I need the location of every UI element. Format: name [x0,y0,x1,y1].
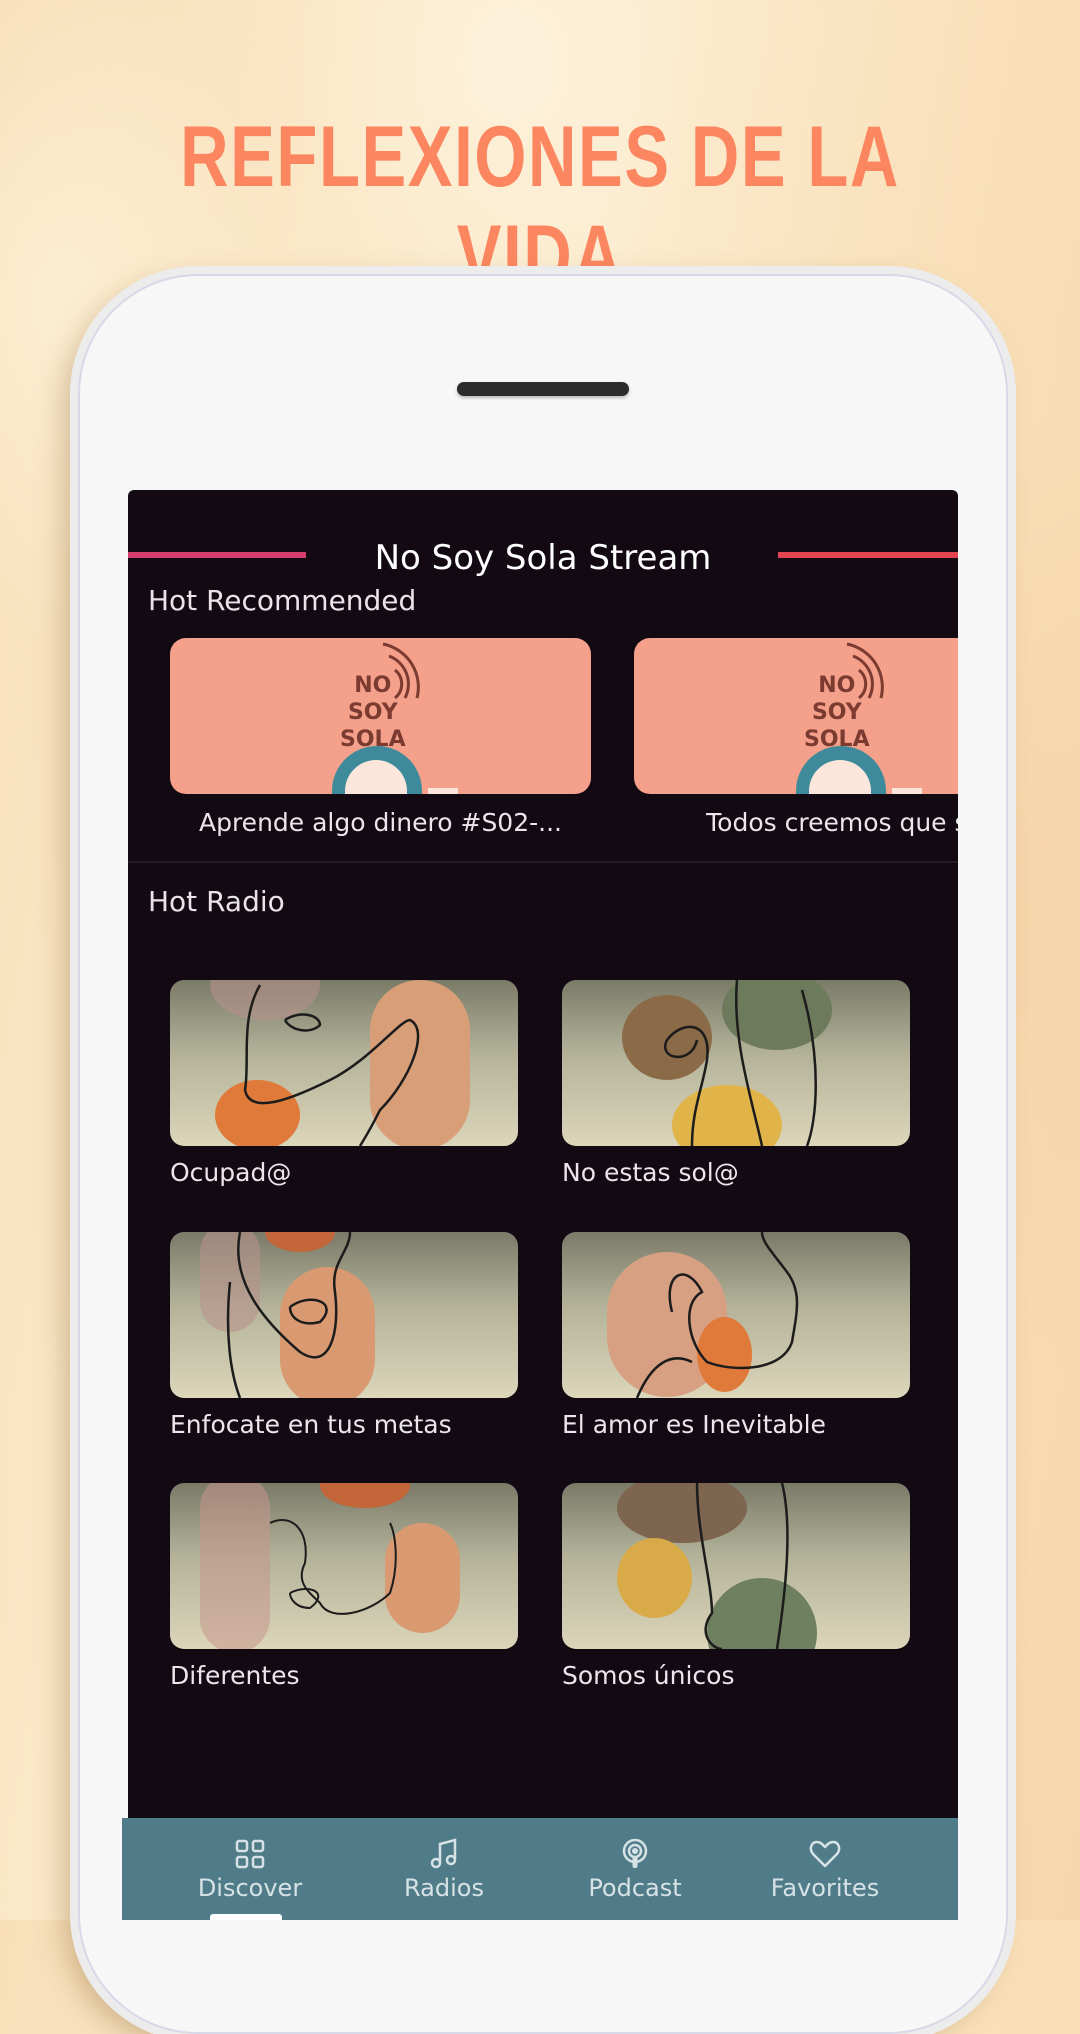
podcast-logo-text: NO SOY SOLA [804,673,870,752]
nav-discover[interactable]: Discover [175,1836,325,1902]
podcast-logo-text: NO SOY SOLA [340,673,406,752]
recommended-caption: Todos creemos que so [706,808,958,837]
radio-card[interactable]: Enfocate en tus metas [170,1232,518,1439]
recommended-card[interactable]: NO SOY SOLA Aprende algo dinero #S02-... [170,638,591,837]
nav-favorites[interactable]: Favorites [750,1836,900,1902]
line-art-face-icon [695,1483,789,1649]
nav-label: Radios [404,1874,484,1902]
thumbnail-tag [428,788,458,794]
app-screen: No Soy Sola Stream Hot Recommended NO SO… [128,490,958,1920]
radio-caption: El amor es Inevitable [562,1410,826,1439]
nav-radios[interactable]: Radios [369,1836,519,1902]
radio-card[interactable]: No estas sol@ [562,980,910,1187]
line-art-face-icon [243,984,420,1146]
radio-caption: Somos únicos [562,1661,735,1690]
line-art-face-icon [635,1232,799,1398]
hot-recommended-heading: Hot Recommended [148,584,417,617]
bottom-navigation: Discover Radios Podcast Favorites [122,1818,958,1920]
line-art-face-icon [269,1518,397,1615]
radio-card[interactable]: Diferentes [170,1483,518,1690]
recommended-card[interactable]: NO SOY SOLA Todos creemos que so [634,638,958,837]
nav-label: Podcast [588,1874,682,1902]
line-art-face-icon [664,980,817,1146]
recommended-thumbnail: NO SOY SOLA [634,638,958,794]
line-art-face-icon [226,1232,352,1398]
radio-caption: Enfocate en tus metas [170,1410,452,1439]
radio-thumbnail [170,980,518,1146]
radio-card[interactable]: Ocupad@ [170,980,518,1187]
grid-icon [175,1836,325,1872]
music-note-icon [369,1836,519,1872]
radio-caption: No estas sol@ [562,1158,739,1187]
recommended-caption: Aprende algo dinero #S02-... [198,808,562,837]
radio-caption: Diferentes [170,1661,300,1690]
radio-thumbnail [170,1232,518,1398]
radio-card[interactable]: Somos únicos [562,1483,910,1690]
recommended-thumbnail: NO SOY SOLA [170,638,591,794]
hot-radio-heading: Hot Radio [148,885,285,918]
podcast-icon [560,1836,710,1872]
app-title: No Soy Sola Stream [374,538,712,578]
active-tab-indicator [210,1914,282,1920]
radio-thumbnail [170,1483,518,1649]
nav-podcast[interactable]: Podcast [560,1836,710,1902]
radio-thumbnail [562,1232,910,1398]
radio-card[interactable]: El amor es Inevitable [562,1232,910,1439]
thumbnail-tag [892,788,922,794]
radio-thumbnail [562,1483,910,1649]
radio-thumbnail [562,980,910,1146]
section-divider [128,861,958,863]
heart-icon [750,1836,900,1872]
nav-label: Favorites [770,1874,880,1902]
phone-speaker [457,382,629,396]
nav-label: Discover [197,1874,303,1902]
radio-caption: Ocupad@ [170,1158,292,1187]
